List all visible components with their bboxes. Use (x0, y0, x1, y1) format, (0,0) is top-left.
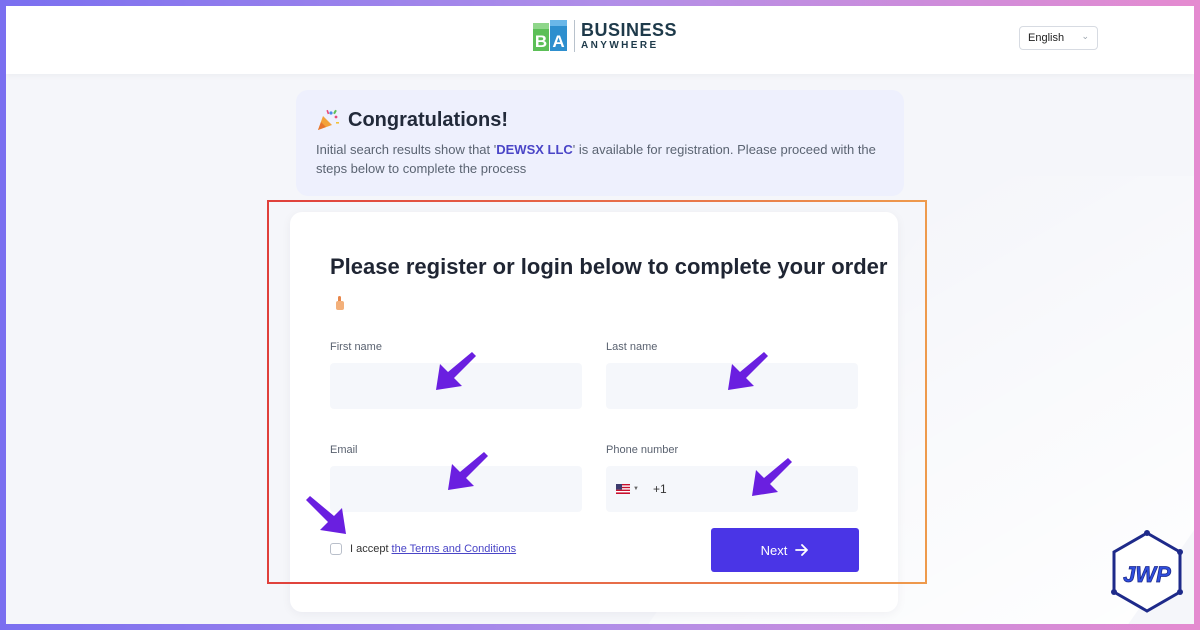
terms-row: I accept the Terms and Conditions (330, 543, 516, 555)
watermark-text: JWP (1123, 562, 1171, 587)
annotation-arrow-icon (436, 352, 476, 390)
caret-down-icon: ▼ (633, 486, 639, 492)
svg-text:B: B (535, 32, 547, 51)
terms-prefix: I accept (350, 543, 389, 555)
top-header: B A BUSINESS ANYWHERE English ⌄ (6, 6, 1194, 74)
logo-divider (574, 20, 575, 52)
phone-country-selector[interactable]: ▼ +1 (608, 466, 667, 512)
annotation-arrow-icon (752, 458, 792, 496)
arrow-right-icon (795, 544, 809, 556)
terms-checkbox[interactable] (330, 543, 342, 555)
congratulations-message: Initial search results show that 'DEWSX … (316, 140, 876, 178)
logo-text-line2: ANYWHERE (581, 40, 659, 51)
company-name: DEWSX LLC (496, 142, 573, 157)
business-anywhere-logo[interactable]: B A BUSINESS ANYWHERE (532, 18, 677, 54)
pointing-hand-icon (336, 296, 344, 310)
congratulations-title: Congratulations! (316, 108, 884, 132)
us-flag-icon (616, 484, 630, 494)
registration-title-text: Please register or login below to comple… (330, 254, 888, 279)
chevron-down-icon: ⌄ (1081, 31, 1089, 41)
last-name-label: Last name (606, 341, 658, 353)
phone-prefix-code: +1 (652, 482, 667, 496)
logo-mark-icon: B A (533, 20, 567, 51)
phone-label: Phone number (606, 444, 679, 456)
next-button[interactable]: Next (711, 528, 859, 572)
svg-text:A: A (552, 32, 564, 51)
registration-title: Please register or login below to comple… (330, 250, 890, 318)
message-before: Initial search results show that ' (316, 142, 497, 157)
terms-link[interactable]: the Terms and Conditions (392, 543, 517, 555)
annotation-arrow-icon (728, 352, 768, 390)
first-name-label: First name (330, 341, 382, 353)
language-select[interactable]: English ⌄ (1019, 26, 1098, 50)
annotation-arrow-icon (306, 496, 346, 534)
party-popper-icon (318, 109, 339, 130)
next-button-label: Next (760, 542, 788, 558)
congratulations-banner: Congratulations! Initial search results … (296, 90, 904, 196)
email-label: Email (330, 444, 358, 456)
congratulations-title-text: Congratulations! (348, 108, 508, 131)
logo-text-line1: BUSINESS (581, 20, 678, 40)
jwp-watermark-logo: JWP (1111, 530, 1183, 613)
logo-text: BUSINESS ANYWHERE (581, 21, 677, 51)
language-value: English (1028, 32, 1065, 44)
annotation-arrow-icon (448, 452, 488, 490)
